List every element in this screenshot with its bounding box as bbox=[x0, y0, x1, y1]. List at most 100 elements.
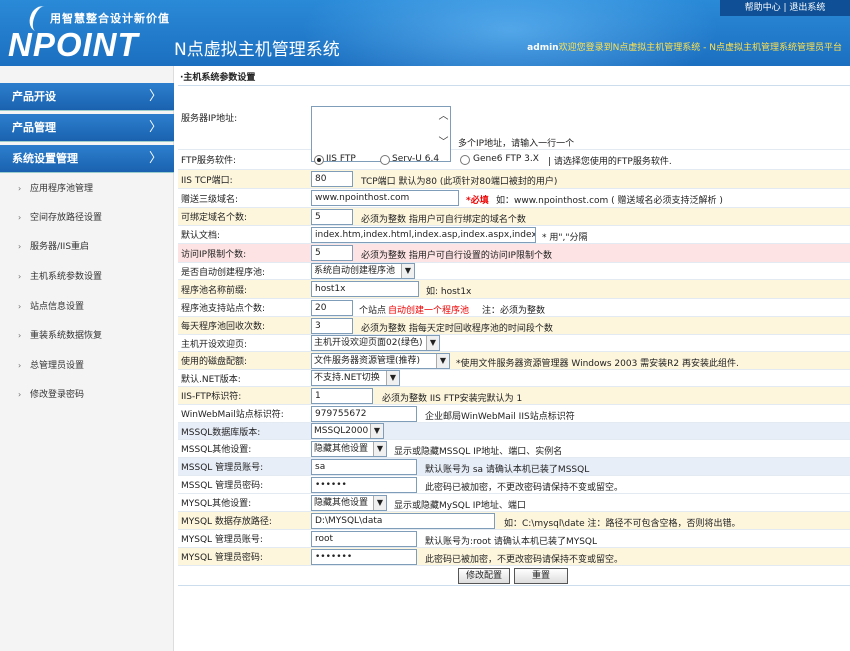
field-label: 服务器IP地址: bbox=[181, 114, 238, 124]
sidebar-item-restart[interactable]: › 服务器/IIS重启 bbox=[0, 237, 174, 257]
iis-ftp-id-input[interactable]: 1 bbox=[311, 388, 373, 404]
row-ftp-software: FTP服务软件: IIS FTP Serv-U 6.4 Gene6 FTP 3.… bbox=[178, 150, 850, 170]
field-hint: 默认账号为:root 请确认本机已装了MYSQL bbox=[425, 537, 598, 547]
row-auto-pool: 是否自动创建程序池: 系统自动创建程序池 ▼ bbox=[178, 263, 850, 280]
menu-label: 系统设置管理 bbox=[12, 152, 78, 165]
sidebar-item-password[interactable]: › 修改登录密码 bbox=[0, 385, 174, 405]
pool-prefix-input[interactable]: host1x bbox=[311, 281, 419, 297]
row-webmail-id: WinWebMail站点标识符: 979755672 企业邮局WinWebMai… bbox=[178, 405, 850, 423]
main-content: ·主机系统参数设置 服务器IP地址: ︿ ﹀ 多个IP地址，请输入一行一个 FTP… bbox=[178, 70, 850, 590]
help-link[interactable]: 帮助中心 bbox=[745, 3, 781, 13]
field-hint: 企业邮局WinWebMail IIS站点标识符 bbox=[425, 412, 575, 422]
welcome-page-select[interactable]: 主机开设欢迎页面02(绿色) ▼ bbox=[311, 335, 440, 351]
disk-quota-select[interactable]: 文件服务器资源管理(推荐) ▼ bbox=[311, 353, 450, 369]
reset-button[interactable]: 重置 bbox=[514, 568, 568, 584]
field-label: 主机开设欢迎页: bbox=[181, 339, 248, 350]
field-hint: 显示或隐藏MySQL IP地址、端口 bbox=[394, 501, 526, 511]
arrow-icon: › bbox=[18, 302, 22, 311]
select-value: 系统自动创建程序池 bbox=[314, 266, 396, 276]
row-bind-count: 可绑定域名个数: 5 必须为整数 指用户可自行绑定的域名个数 bbox=[178, 208, 850, 226]
radio-gene6[interactable] bbox=[460, 155, 470, 165]
menu-product-open[interactable]: 产品开设 〉 bbox=[0, 83, 174, 111]
pool-sites-input[interactable]: 20 bbox=[311, 300, 353, 316]
chevron-right-icon: 〉 bbox=[148, 89, 162, 104]
field-label: 使用的磁盘配额: bbox=[181, 357, 248, 367]
sidebar-item-host-params[interactable]: › 主机系统参数设置 bbox=[0, 267, 174, 287]
default-doc-input[interactable]: index.htm,index.html,index.asp,index.asp… bbox=[311, 227, 536, 243]
mysql-other-select[interactable]: 隐藏其他设置 ▼ bbox=[311, 495, 387, 511]
radio-serv-u[interactable] bbox=[380, 155, 390, 165]
mssql-user-input[interactable]: sa bbox=[311, 459, 417, 475]
radio-iis-ftp[interactable] bbox=[314, 155, 324, 165]
field-label: MYSQL 数据存放路径: bbox=[181, 517, 272, 527]
dotnet-select[interactable]: 不支持.NET切换 ▼ bbox=[311, 370, 400, 386]
field-hint: * 用","分隔 bbox=[542, 233, 588, 243]
field-hint: 必须为整数 指用户可自行绑定的域名个数 bbox=[361, 215, 526, 225]
sidebar: 产品开设〉 产品管理〉 系统设置管理〉 › 应用程序池管理 › 空间存放路径设置 ›… bbox=[0, 66, 174, 651]
sidebar-item-label: 主机系统参数设置 bbox=[30, 272, 103, 282]
mysql-user-input[interactable]: root bbox=[311, 531, 417, 547]
select-value: 隐藏其他设置 bbox=[314, 444, 369, 454]
arrow-icon: › bbox=[18, 272, 22, 281]
sidebar-item-label: 应用程序池管理 bbox=[30, 184, 94, 194]
auto-pool-select[interactable]: 系统自动创建程序池 ▼ bbox=[311, 263, 415, 279]
tcp-port-input[interactable]: 80 bbox=[311, 171, 353, 187]
row-mssql-other: MSSQL其他设置: 隐藏其他设置 ▼ 显示或隐藏MSSQL IP地址、端口、实例… bbox=[178, 440, 850, 458]
field-hint: 必须为整数 IIS FTP安装完默认为 1 bbox=[382, 394, 523, 404]
row-mssql-password: MSSQL 管理员密码: •••••• 此密码已被加密，不更改密码请保持不变或留… bbox=[178, 476, 850, 494]
field-label: IIS-FTP标识符: bbox=[181, 392, 242, 402]
radio-label: Serv-U 6.4 bbox=[392, 154, 440, 164]
sidebar-item-restore[interactable]: › 重装系统数据恢复 bbox=[0, 326, 174, 346]
field-hint: 如: host1x bbox=[426, 287, 472, 297]
row-mysql-user: MYSQL 管理员账号: root 默认账号为:root 请确认本机已装了MYS… bbox=[178, 530, 850, 548]
domain-input[interactable]: www.npointhost.com bbox=[311, 190, 459, 206]
sidebar-item-label: 服务器/IIS重启 bbox=[30, 242, 90, 252]
row-tcp-port: IIS TCP端口: 80 TCP端口 默认为80 (此项针对80端口被封的用户… bbox=[178, 170, 850, 189]
field-hint: 必须为整数 指每天定时回收程序池的时间段个数 bbox=[361, 324, 553, 334]
slogan: 用智慧整合设计新价值 bbox=[50, 12, 170, 25]
field-hint: 如：www.npointhost.com ( 赠送域名必须支持泛解析 ) bbox=[496, 196, 723, 206]
webmail-id-input[interactable]: 979755672 bbox=[311, 406, 417, 422]
visit-limit-input[interactable]: 5 bbox=[311, 245, 353, 261]
field-label: 可绑定域名个数: bbox=[181, 213, 248, 223]
field-label: 默认.NET版本: bbox=[181, 374, 241, 385]
mssql-password-input[interactable]: •••••• bbox=[311, 477, 417, 493]
field-label: MSSQL数据库版本: bbox=[181, 427, 261, 438]
arrow-icon: › bbox=[18, 331, 22, 340]
mysql-password-input[interactable]: ••••••• bbox=[311, 549, 417, 565]
field-hint: 默认账号为 sa 请确认本机已装了MSSQL bbox=[425, 465, 590, 475]
field-label: MSSQL 管理员账号: bbox=[181, 463, 264, 473]
recycle-input[interactable]: 3 bbox=[311, 318, 353, 334]
mysql-path-input[interactable]: D:\MYSQL\data bbox=[311, 513, 495, 529]
welcome-text: admin欢迎您登录到N点虚拟主机管理系统 - N点虚拟主机管理系统管理员平台 bbox=[527, 40, 842, 53]
row-domain: 赠送三级域名: www.npointhost.com *必填 如：www.npo… bbox=[178, 189, 850, 208]
select-value: 文件服务器资源管理(推荐) bbox=[314, 356, 421, 366]
row-mysql-password: MYSQL 管理员密码: ••••••• 此密码已被加密，不更改密码请保持不变或… bbox=[178, 548, 850, 566]
row-mssql-user: MSSQL 管理员账号: sa 默认账号为 sa 请确认本机已装了MSSQL bbox=[178, 458, 850, 476]
field-label: 访问IP限制个数: bbox=[181, 249, 247, 260]
row-default-doc: 默认文档: index.htm,index.html,index.asp,ind… bbox=[178, 226, 850, 244]
sidebar-item-storage-path[interactable]: › 空间存放路径设置 bbox=[0, 208, 174, 228]
field-hint: 此密码已被加密，不更改密码请保持不变或留空。 bbox=[425, 555, 624, 565]
bind-count-input[interactable]: 5 bbox=[311, 209, 353, 225]
sidebar-item-admin[interactable]: › 总管理员设置 bbox=[0, 356, 174, 376]
menu-product-manage[interactable]: 产品管理 〉 bbox=[0, 114, 174, 142]
save-button[interactable]: 修改配置 bbox=[458, 568, 510, 584]
row-dotnet: 默认.NET版本: 不支持.NET切换 ▼ bbox=[178, 370, 850, 387]
menu-label: 产品开设 bbox=[12, 90, 56, 103]
sidebar-item-label: 修改登录密码 bbox=[30, 390, 85, 400]
sidebar-item-app-pool[interactable]: › 应用程序池管理 bbox=[0, 179, 174, 199]
field-hint: 如：C:\mysql\date 注：路径不可包含空格，否则将出错。 bbox=[504, 519, 741, 529]
sidebar-item-label: 总管理员设置 bbox=[30, 361, 85, 371]
mssql-other-select[interactable]: 隐藏其他设置 ▼ bbox=[311, 441, 387, 457]
chevron-down-icon: ▼ bbox=[373, 496, 386, 510]
field-hint: | 请选择您使用的FTP服务软件. bbox=[548, 157, 672, 167]
sidebar-item-site-info[interactable]: › 站点信息设置 bbox=[0, 297, 174, 317]
logout-link[interactable]: 退出系统 bbox=[789, 3, 825, 13]
field-hint: *使用文件服务器资源管理器 Windows 2003 需安装R2 再安装此组件. bbox=[456, 359, 739, 369]
mssql-version-select[interactable]: MSSQL2000 ▼ bbox=[311, 423, 384, 439]
row-server-ip: 服务器IP地址: ︿ ﹀ 多个IP地址，请输入一行一个 bbox=[178, 86, 850, 162]
menu-system-settings[interactable]: 系统设置管理 〉 bbox=[0, 145, 174, 173]
select-value: 隐藏其他设置 bbox=[314, 498, 369, 508]
row-mssql-version: MSSQL数据库版本: MSSQL2000 ▼ bbox=[178, 423, 850, 440]
